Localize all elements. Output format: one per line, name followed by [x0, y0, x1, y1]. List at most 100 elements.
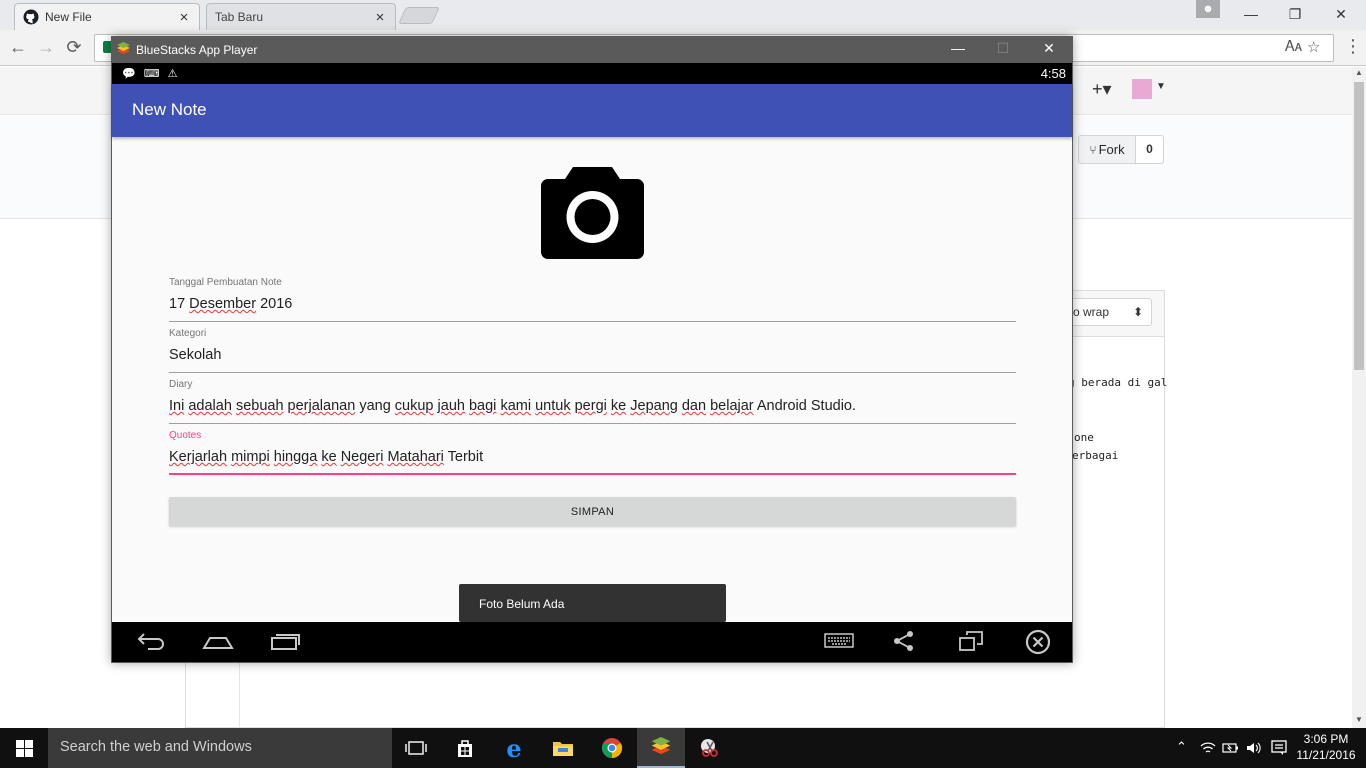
scissors-icon	[701, 739, 718, 757]
notification-icon[interactable]	[1271, 740, 1287, 756]
bluestacks-close-button[interactable]: ✕	[1038, 40, 1060, 60]
misspelled-word: hingga	[273, 449, 318, 465]
recent-apps-icon[interactable]	[270, 630, 300, 652]
taskbar-clock[interactable]: 3:06 PM 11/21/2016	[1294, 731, 1358, 763]
taskbar-snipping-tool[interactable]	[686, 728, 734, 768]
note-date-field[interactable]: Tanggal Pembuatan Note 17 Desember 2016	[169, 277, 1016, 322]
forward-button[interactable]: →	[35, 36, 57, 58]
quotes-input[interactable]: Kerjarlah mimpi hingga ke Negeri Matahar…	[169, 449, 1016, 475]
window-minimize-button[interactable]: —	[1228, 0, 1274, 28]
camera-icon[interactable]	[539, 163, 646, 259]
taskbar-bluestacks[interactable]	[637, 728, 685, 768]
edge-icon: e	[506, 733, 522, 763]
back-icon[interactable]	[136, 630, 166, 652]
new-menu-button[interactable]: +▾	[1092, 79, 1112, 100]
close-app-icon[interactable]	[1025, 629, 1051, 655]
share-icon[interactable]	[892, 630, 916, 652]
misspelled-word: sebuah	[235, 398, 284, 414]
misspelled-word: cukup	[394, 398, 434, 414]
taskbar-edge[interactable]: e	[490, 728, 538, 768]
star-icon[interactable]: ☆	[1307, 38, 1320, 56]
bluestacks-title: BlueStacks App Player	[136, 43, 258, 57]
scroll-down-icon[interactable]: ▼	[1355, 715, 1363, 724]
fork-label: Fork	[1098, 142, 1125, 157]
code-line: one	[1074, 431, 1094, 444]
bluestacks-maximize-button[interactable]: ☐	[992, 40, 1014, 60]
tab-close-icon[interactable]: ×	[177, 9, 191, 26]
category-input[interactable]: Sekolah	[169, 347, 1016, 373]
window-close-button[interactable]: ✕	[1318, 0, 1364, 28]
keyboard-notification-icon: ⌨	[143, 68, 160, 80]
category-field[interactable]: Kategori Sekolah	[169, 328, 1016, 373]
volume-icon[interactable]	[1246, 741, 1262, 755]
reload-button[interactable]: ⟳	[63, 36, 85, 58]
chat-notification-icon: 💬	[122, 68, 136, 80]
taskbar-search-input[interactable]: Search the web and Windows	[48, 728, 392, 768]
misspelled-word: kami	[500, 398, 532, 414]
diary-field[interactable]: Diary Ini adalah sebuah perjalanan yang …	[169, 379, 1016, 424]
misspelled-word: Jepang	[630, 398, 678, 414]
task-view-icon	[405, 741, 427, 755]
battery-power-icon[interactable]	[1222, 741, 1240, 755]
home-icon[interactable]	[202, 630, 234, 652]
github-icon	[23, 9, 39, 25]
windows-taskbar: Search the web and Windows e ⌃ 3:06 PM 1…	[0, 728, 1366, 768]
misspelled-word: Ini	[169, 398, 185, 414]
tab-new-file[interactable]: New File ×	[14, 3, 200, 30]
bluestacks-window: BlueStacks App Player — ☐ ✕ 💬 ⌨ ⚠ 4:58 N…	[111, 36, 1073, 663]
tray-expand-icon[interactable]: ⌃	[1176, 739, 1187, 755]
fork-count[interactable]: 0	[1135, 135, 1164, 164]
fork-icon: ⑂	[1089, 142, 1097, 157]
new-tab-button[interactable]	[398, 7, 440, 24]
store-icon	[458, 740, 472, 757]
wifi-icon[interactable]	[1200, 741, 1216, 755]
tab-label: Tab Baru	[215, 10, 264, 24]
misspelled-word: belajar	[710, 398, 754, 414]
misspelled-word: Negeri	[340, 449, 384, 465]
misspelled-word: Desember	[189, 296, 257, 312]
keyboard-icon[interactable]	[824, 630, 854, 652]
user-profile-icon[interactable]: ☻	[1196, 0, 1220, 18]
code-line: g berada di gal	[1068, 376, 1168, 389]
diary-input[interactable]: Ini adalah sebuah perjalanan yang cukup …	[169, 398, 1016, 424]
bluestacks-minimize-button[interactable]: —	[947, 40, 969, 60]
toast-message: Foto Belum Ada	[459, 584, 726, 622]
chevron-down-icon[interactable]: ▼	[1156, 81, 1166, 92]
code-line: erbagai	[1072, 449, 1119, 462]
browser-menu-icon[interactable]: ⋮	[1344, 36, 1362, 57]
taskbar-chrome[interactable]	[588, 728, 636, 768]
fork-button[interactable]: ⑂ Fork	[1078, 135, 1136, 164]
start-button[interactable]	[0, 728, 48, 768]
translate-icon[interactable]: 🗛	[1285, 38, 1302, 55]
misspelled-word: bagi	[468, 398, 497, 414]
back-button[interactable]: ←	[7, 36, 29, 58]
quotes-field[interactable]: Quotes Kerjarlah mimpi hingga ke Negeri …	[169, 430, 1016, 475]
tab-tab-baru[interactable]: Tab Baru ×	[206, 3, 396, 30]
bluestacks-titlebar[interactable]: BlueStacks App Player — ☐ ✕	[112, 37, 1072, 63]
page-title: New Note	[132, 100, 207, 119]
taskbar-store[interactable]	[441, 728, 489, 768]
field-label: Kategori	[169, 328, 207, 339]
tab-label: New File	[45, 10, 92, 24]
misspelled-word: Matahari	[387, 449, 444, 465]
android-status-bar: 💬 ⌨ ⚠ 4:58	[112, 63, 1072, 84]
clock-time: 3:06 PM	[1303, 732, 1349, 746]
screen-rotate-icon[interactable]	[958, 630, 984, 652]
task-view-button[interactable]	[392, 728, 440, 768]
misspelled-word: dan	[681, 398, 707, 414]
tab-close-icon[interactable]: ×	[373, 9, 387, 26]
scrollbar-thumb[interactable]	[1354, 82, 1364, 370]
save-button[interactable]: SIMPAN	[169, 497, 1016, 526]
misspelled-word: adalah	[188, 398, 232, 414]
avatar[interactable]	[1132, 79, 1152, 99]
chrome-icon	[601, 738, 623, 759]
window-restore-button[interactable]: ❐	[1272, 0, 1318, 28]
folder-icon	[553, 742, 573, 756]
scroll-up-icon[interactable]: ▲	[1355, 68, 1363, 77]
date-input[interactable]: 17 Desember 2016	[169, 296, 1016, 322]
select-caret-icon: ⬍	[1132, 305, 1143, 319]
app-toolbar: New Note	[112, 84, 1072, 137]
warning-icon: ⚠	[167, 68, 178, 80]
taskbar-file-explorer[interactable]	[539, 728, 587, 768]
wrap-mode-select[interactable]: o wrap ⬍	[1062, 298, 1152, 326]
